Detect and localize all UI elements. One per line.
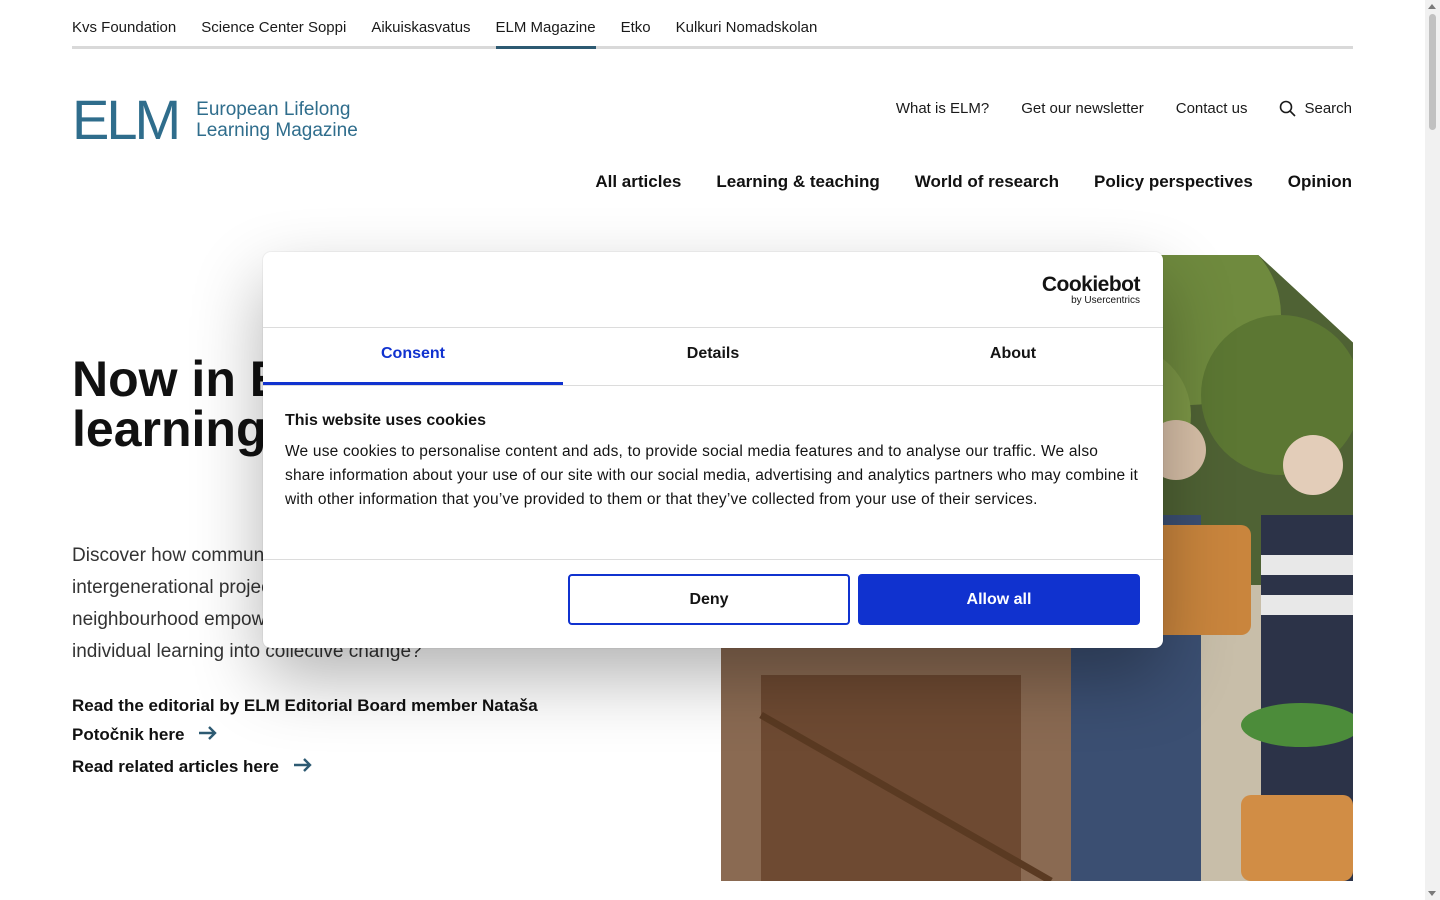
- cookiebot-brand: Cookiebot: [1041, 273, 1141, 296]
- cookie-description: We use cookies to personalise content an…: [285, 443, 1139, 508]
- nav-policy-perspectives[interactable]: Policy perspectives: [1094, 172, 1253, 192]
- cookiebot-brand-sub: by Usercentrics: [1071, 295, 1140, 306]
- search-icon: [1280, 100, 1297, 117]
- related-articles-label: Read related articles here: [72, 757, 279, 776]
- arrow-right-icon: [198, 721, 218, 750]
- search-button[interactable]: Search: [1279, 100, 1352, 117]
- arrow-right-icon: [293, 753, 313, 782]
- logo-mark: ELM: [72, 88, 181, 151]
- logo-text: European Lifelong Learning Magazine: [196, 99, 358, 141]
- cookie-dialog-body: This website uses cookies We use cookies…: [263, 386, 1163, 560]
- contact-link[interactable]: Contact us: [1176, 100, 1248, 117]
- nav-all-articles[interactable]: All articles: [595, 172, 681, 192]
- nav-learning-teaching[interactable]: Learning & teaching: [716, 172, 879, 192]
- network-link-soppi[interactable]: Science Center Soppi: [201, 0, 346, 46]
- network-link-kvs[interactable]: Kvs Foundation: [72, 0, 176, 46]
- logo-line-2: Learning Magazine: [196, 120, 358, 141]
- search-label: Search: [1304, 100, 1352, 117]
- secondary-nav: What is ELM? Get our newsletter Contact …: [864, 100, 1352, 117]
- editorial-link-label: Read the editorial by ELM Editorial Boar…: [72, 696, 538, 744]
- main-nav: All articles Learning & teaching World o…: [560, 172, 1352, 192]
- scroll-down-icon[interactable]: [1428, 891, 1436, 896]
- related-articles-link[interactable]: Read related articles here: [72, 752, 592, 782]
- nav-world-of-research[interactable]: World of research: [915, 172, 1059, 192]
- cookie-dialog-header: Cookiebot by Usercentrics: [263, 252, 1163, 328]
- network-link-kulkuri[interactable]: Kulkuri Nomadskolan: [676, 0, 818, 46]
- newsletter-link[interactable]: Get our newsletter: [1021, 100, 1144, 117]
- cookie-tabs: Consent Details About: [263, 328, 1163, 386]
- site-logo[interactable]: ELM European Lifelong Learning Magazine: [72, 88, 358, 151]
- network-link-aikuiskasvatus[interactable]: Aikuiskasvatus: [371, 0, 470, 46]
- cookie-consent-dialog: Cookiebot by Usercentrics Consent Detail…: [263, 252, 1163, 648]
- network-link-elm[interactable]: ELM Magazine: [495, 0, 596, 49]
- network-link-etko[interactable]: Etko: [621, 0, 651, 46]
- tab-about[interactable]: About: [863, 328, 1163, 385]
- tab-details[interactable]: Details: [563, 328, 863, 385]
- scroll-up-icon[interactable]: [1428, 4, 1436, 9]
- scrollbar-thumb[interactable]: [1429, 14, 1436, 130]
- network-links: Kvs Foundation Science Center Soppi Aiku…: [72, 0, 1353, 49]
- cookiebot-logo: Cookiebot by Usercentrics: [1041, 273, 1141, 306]
- deny-button[interactable]: Deny: [568, 574, 850, 625]
- network-bar: Kvs Foundation Science Center Soppi Aiku…: [72, 0, 1353, 49]
- tab-consent[interactable]: Consent: [263, 328, 563, 385]
- what-is-elm-link[interactable]: What is ELM?: [896, 100, 989, 117]
- page-scrollbar[interactable]: [1425, 0, 1440, 900]
- allow-all-button[interactable]: Allow all: [858, 574, 1140, 625]
- cookie-heading: This website uses cookies: [285, 412, 486, 429]
- editorial-link[interactable]: Read the editorial by ELM Editorial Boar…: [72, 691, 592, 750]
- logo-line-1: European Lifelong: [196, 99, 351, 120]
- cookie-actions: Deny Allow all: [560, 574, 1140, 625]
- nav-opinion[interactable]: Opinion: [1288, 172, 1352, 192]
